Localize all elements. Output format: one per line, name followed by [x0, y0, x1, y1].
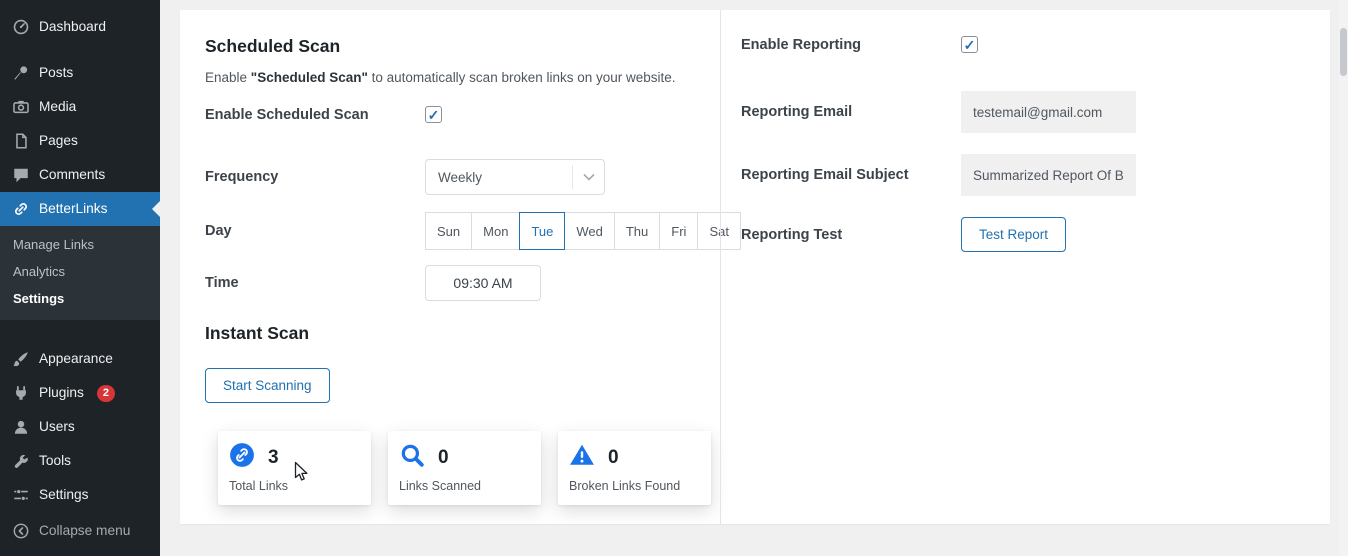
- day-button-tue[interactable]: Tue: [519, 212, 565, 250]
- frequency-select[interactable]: Weekly: [425, 159, 605, 195]
- broken-links-label: Broken Links Found: [569, 479, 699, 493]
- enable-scheduled-scan-label: Enable Scheduled Scan: [205, 107, 425, 123]
- time-input[interactable]: [425, 265, 541, 301]
- sidebar-item-label: Comments: [39, 166, 105, 184]
- enable-scheduled-scan-checkbox[interactable]: [425, 106, 442, 123]
- broken-links-card: 0 Broken Links Found: [558, 431, 711, 505]
- scan-stats: 3 Total Links 0 Links Scanned: [218, 431, 720, 505]
- submenu-item-analytics[interactable]: Analytics: [0, 258, 160, 285]
- day-button-wed[interactable]: Wed: [564, 212, 615, 250]
- frequency-selected-value: Weekly: [426, 170, 482, 185]
- reporting-test-label: Reporting Test: [741, 227, 961, 243]
- total-links-label: Total Links: [229, 479, 359, 493]
- links-scanned-value: 0: [438, 447, 449, 469]
- sidebar-item-label: Plugins: [39, 384, 84, 402]
- sidebar-item-label: BetterLinks: [39, 200, 107, 218]
- total-links-value: 3: [268, 447, 279, 469]
- sidebar-item-pages[interactable]: Pages: [0, 124, 160, 158]
- sidebar-item-dashboard[interactable]: Dashboard: [0, 10, 160, 44]
- settings-card: Scheduled Scan Enable "Scheduled Scan" t…: [180, 10, 1330, 524]
- reporting-email-row: Reporting Email: [741, 91, 1330, 133]
- warning-icon: [569, 442, 595, 473]
- settings-page: Scheduled Scan Enable "Scheduled Scan" t…: [160, 0, 1348, 556]
- scrollbar-thumb[interactable]: [1340, 28, 1347, 76]
- frequency-label: Frequency: [205, 169, 425, 185]
- chevron-down-icon: [572, 165, 604, 189]
- plugins-update-badge: 2: [97, 385, 115, 402]
- submenu-item-settings[interactable]: Settings: [0, 285, 160, 312]
- links-scanned-label: Links Scanned: [399, 479, 529, 493]
- reporting-email-subject-row: Reporting Email Subject: [741, 154, 1330, 196]
- instant-scan-title: Instant Scan: [205, 323, 720, 344]
- sidebar-item-label: Settings: [39, 486, 88, 504]
- enable-reporting-row: Enable Reporting: [741, 36, 1330, 53]
- camera-icon: [12, 98, 30, 116]
- sidebar-item-betterlinks[interactable]: BetterLinks: [0, 192, 160, 226]
- sidebar-item-label: Collapse menu: [39, 522, 130, 540]
- sidebar-item-label: Appearance: [39, 350, 113, 368]
- sliders-icon: [12, 486, 30, 504]
- sidebar-item-label: Tools: [39, 452, 71, 470]
- day-row: Day Sun Mon Tue Wed Thu Fri Sat: [205, 212, 720, 250]
- day-label: Day: [205, 223, 425, 239]
- scheduled-scan-section: Scheduled Scan Enable "Scheduled Scan" t…: [180, 10, 720, 524]
- page-scrollbar[interactable]: [1339, 0, 1348, 556]
- sidebar-item-label: Media: [39, 98, 76, 116]
- sidebar-item-appearance[interactable]: Appearance: [0, 342, 160, 376]
- sidebar-item-settings[interactable]: Settings: [0, 478, 160, 512]
- links-scanned-card: 0 Links Scanned: [388, 431, 541, 505]
- reporting-email-subject-input[interactable]: [961, 154, 1136, 196]
- scheduled-scan-description: Enable "Scheduled Scan" to automatically…: [205, 70, 720, 85]
- link-icon: [229, 442, 255, 473]
- time-row: Time: [205, 265, 720, 301]
- sidebar-item-comments[interactable]: Comments: [0, 158, 160, 192]
- admin-sidebar: Dashboard Posts Media Pages Comments Bet…: [0, 0, 160, 556]
- brush-icon: [12, 350, 30, 368]
- speech-bubble-icon: [12, 166, 30, 184]
- sidebar-item-label: Dashboard: [39, 18, 106, 36]
- day-button-sun[interactable]: Sun: [425, 212, 472, 250]
- frequency-row: Frequency Weekly: [205, 159, 720, 195]
- menu-separator: [0, 320, 160, 342]
- start-scanning-button[interactable]: Start Scanning: [205, 368, 330, 403]
- enable-reporting-checkbox[interactable]: [961, 36, 978, 53]
- user-icon: [12, 418, 30, 436]
- enable-reporting-label: Enable Reporting: [741, 37, 961, 53]
- sidebar-item-tools[interactable]: Tools: [0, 444, 160, 478]
- search-icon: [399, 442, 425, 473]
- broken-links-value: 0: [608, 447, 619, 469]
- sidebar-item-plugins[interactable]: Plugins 2: [0, 376, 160, 410]
- total-links-card: 3 Total Links: [218, 431, 371, 505]
- sidebar-item-label: Posts: [39, 64, 73, 82]
- submenu-item-manage-links[interactable]: Manage Links: [0, 231, 160, 258]
- wordpress-admin: Dashboard Posts Media Pages Comments Bet…: [0, 0, 1348, 556]
- time-label: Time: [205, 275, 425, 291]
- plug-icon: [12, 384, 30, 402]
- document-icon: [12, 132, 30, 150]
- reporting-email-label: Reporting Email: [741, 104, 961, 120]
- test-report-button[interactable]: Test Report: [961, 217, 1066, 252]
- day-button-mon[interactable]: Mon: [471, 212, 520, 250]
- link-icon: [12, 200, 30, 218]
- collapse-arrow-icon: [12, 522, 30, 540]
- day-button-thu[interactable]: Thu: [614, 212, 660, 250]
- scheduled-scan-title: Scheduled Scan: [205, 36, 720, 57]
- sidebar-item-label: Users: [39, 418, 75, 436]
- reporting-email-subject-label: Reporting Email Subject: [741, 167, 961, 183]
- reporting-email-input[interactable]: [961, 91, 1136, 133]
- day-picker: Sun Mon Tue Wed Thu Fri Sat: [425, 212, 741, 250]
- pushpin-icon: [12, 64, 30, 82]
- day-button-fri[interactable]: Fri: [659, 212, 698, 250]
- dashboard-icon: [12, 18, 30, 36]
- sidebar-item-label: Pages: [39, 132, 78, 150]
- sidebar-item-collapse-menu[interactable]: Collapse menu: [0, 514, 160, 548]
- sidebar-item-users[interactable]: Users: [0, 410, 160, 444]
- betterlinks-submenu: Manage Links Analytics Settings: [0, 226, 160, 320]
- sidebar-item-posts[interactable]: Posts: [0, 56, 160, 90]
- sidebar-item-media[interactable]: Media: [0, 90, 160, 124]
- wrench-icon: [12, 452, 30, 470]
- enable-scheduled-scan-row: Enable Scheduled Scan: [205, 106, 720, 123]
- reporting-test-row: Reporting Test Test Report: [741, 217, 1330, 252]
- reporting-section: Enable Reporting Reporting Email Reporti…: [721, 10, 1330, 524]
